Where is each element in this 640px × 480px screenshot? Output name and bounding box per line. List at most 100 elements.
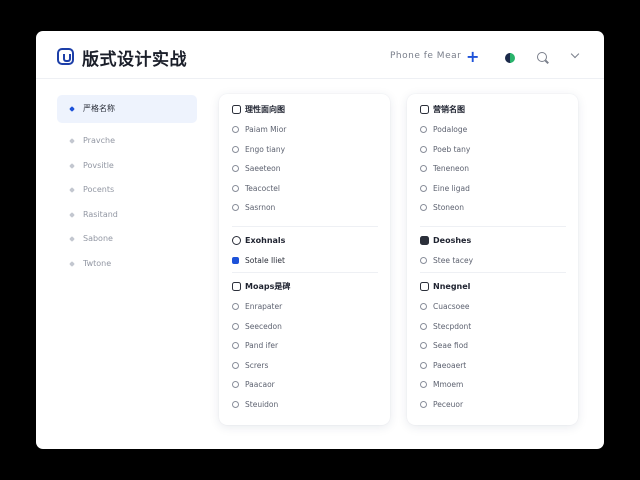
item-icon bbox=[420, 184, 427, 192]
sidebar-item[interactable]: Pocents bbox=[57, 178, 197, 203]
bullet-icon bbox=[69, 138, 75, 144]
section-icon bbox=[420, 236, 429, 245]
menu-item[interactable]: Seae fiod bbox=[420, 336, 566, 356]
section-header: 营销名图 bbox=[420, 100, 566, 120]
divider bbox=[232, 272, 378, 273]
menu-item-label: Stecpdont bbox=[433, 321, 472, 331]
add-button[interactable]: + bbox=[466, 49, 479, 65]
menu-item[interactable]: Paiam Mior bbox=[232, 120, 378, 140]
menu-item-label: Stoneon bbox=[433, 203, 464, 213]
menu-item[interactable]: Teneneon bbox=[420, 159, 566, 179]
menu-item-label: Teacoctel bbox=[245, 183, 280, 193]
header-bar: 版式设计实战 Phone fe Mear + bbox=[36, 31, 604, 79]
menu-item[interactable]: Pand ifer bbox=[232, 336, 378, 356]
sidebar-item-label: Pravche bbox=[83, 136, 115, 145]
menu-section: Deoshes Stee tacey bbox=[420, 231, 566, 271]
item-icon bbox=[420, 361, 427, 369]
header-link[interactable]: Phone fe Mear bbox=[390, 51, 461, 61]
menu-item[interactable]: Mmoem bbox=[420, 375, 566, 395]
menu-item[interactable]: Stee tacey bbox=[420, 251, 566, 271]
item-icon bbox=[232, 381, 239, 389]
item-icon bbox=[232, 145, 239, 153]
sidebar-item[interactable]: Twtone bbox=[57, 252, 197, 277]
section-title: 理性面向图 bbox=[245, 105, 285, 114]
sidebar-item-label: Povsitle bbox=[83, 160, 114, 170]
item-icon bbox=[232, 303, 239, 310]
sidebar-item-label: Pocents bbox=[83, 185, 115, 194]
menu-item-label: Pand ifer bbox=[245, 341, 279, 351]
item-icon bbox=[420, 342, 427, 350]
menu-item[interactable]: Stecpdont bbox=[420, 317, 566, 337]
menu-item-label: Teneneon bbox=[433, 164, 469, 174]
sidebar-item[interactable]: Rasitand bbox=[57, 203, 197, 228]
menu-item[interactable]: Enrapater bbox=[232, 297, 378, 317]
section-header: Deoshes bbox=[420, 231, 566, 251]
item-icon bbox=[232, 165, 239, 173]
menu-item[interactable]: Cuacsoee bbox=[420, 297, 566, 317]
menu-item-label: Enrapater bbox=[245, 302, 283, 311]
item-icon bbox=[420, 303, 427, 310]
menu-item[interactable]: Scrers bbox=[232, 356, 378, 376]
sidebar-item[interactable]: Pravche bbox=[57, 129, 197, 154]
divider bbox=[232, 226, 378, 227]
bullet-icon bbox=[69, 260, 75, 267]
app-window: 版式设计实战 Phone fe Mear + 严格名称 Pravche Povs… bbox=[36, 31, 604, 449]
section-header: 理性面向图 bbox=[232, 100, 378, 120]
bullet-icon bbox=[69, 162, 75, 169]
menu-section: Nnegnel Cuacsoee Stecpdont Seae fiod Pae… bbox=[420, 277, 566, 415]
search-icon[interactable] bbox=[537, 52, 547, 62]
sidebar-item[interactable]: 严格名称 bbox=[57, 95, 197, 123]
menu-item-label: Mmoem bbox=[433, 380, 464, 390]
item-icon bbox=[232, 257, 239, 264]
brand-icon[interactable] bbox=[505, 53, 515, 63]
menu-item[interactable]: Poeb tany bbox=[420, 140, 566, 160]
item-icon bbox=[420, 145, 427, 153]
sidebar-item-label: Rasitand bbox=[83, 209, 118, 219]
section-icon bbox=[232, 282, 241, 291]
menu-item[interactable]: Sasrnon bbox=[232, 198, 378, 218]
menu-item-label: Steuidon bbox=[245, 399, 279, 409]
menu-item-label: Stee tacey bbox=[433, 256, 474, 265]
section-title: Deoshes bbox=[433, 236, 472, 245]
menu-item[interactable]: Sotale Iliet bbox=[232, 251, 378, 271]
menu-card: 理性面向图 Paiam Mior Engo tiany Saeeteon Tea… bbox=[219, 94, 390, 425]
menu-item[interactable]: Peceuor bbox=[420, 395, 566, 415]
menu-item-label: Paeoaert bbox=[433, 360, 467, 370]
menu-section: Moaps是碑 Enrapater Seecedon Pand ifer Scr… bbox=[232, 277, 378, 415]
sidebar-item[interactable]: Sabone bbox=[57, 227, 197, 252]
menu-item-label: Engo tiany bbox=[245, 144, 286, 154]
section-header: Moaps是碑 bbox=[232, 277, 378, 297]
section-title: Exohnals bbox=[245, 236, 286, 245]
app-logo-icon bbox=[57, 48, 74, 65]
menu-item[interactable]: Paeoaert bbox=[420, 356, 566, 376]
menu-item[interactable]: Eine ligad bbox=[420, 179, 566, 199]
divider bbox=[420, 226, 566, 227]
menu-item-label: Paiam Mior bbox=[245, 125, 287, 134]
menu-item[interactable]: Paacaor bbox=[232, 375, 378, 395]
section-icon bbox=[420, 105, 429, 114]
menu-item[interactable]: Steuidon bbox=[232, 395, 378, 415]
menu-card: 营销名图 Podaloge Poeb tany Teneneon Eine li… bbox=[407, 94, 578, 425]
menu-item[interactable]: Saeeteon bbox=[232, 159, 378, 179]
item-icon bbox=[420, 381, 427, 389]
menu-item[interactable]: Podaloge bbox=[420, 120, 566, 140]
item-icon bbox=[232, 342, 239, 350]
menu-item-label: Podaloge bbox=[433, 125, 468, 134]
menu-item[interactable]: Seecedon bbox=[232, 317, 378, 337]
menu-item-label: Cuacsoee bbox=[433, 302, 470, 311]
menu-item-label: Sotale Iliet bbox=[245, 256, 285, 265]
chevron-down-icon[interactable] bbox=[570, 49, 580, 59]
item-icon bbox=[420, 204, 427, 212]
menu-section: 营销名图 Podaloge Poeb tany Teneneon Eine li… bbox=[420, 100, 566, 218]
menu-item[interactable]: Teacoctel bbox=[232, 179, 378, 199]
item-icon bbox=[232, 361, 239, 369]
menu-item-label: Saeeteon bbox=[245, 164, 281, 174]
item-icon bbox=[232, 204, 239, 212]
menu-item[interactable]: Stoneon bbox=[420, 198, 566, 218]
menu-item-label: Scrers bbox=[245, 360, 269, 370]
menu-section: Exohnals Sotale Iliet bbox=[232, 231, 378, 271]
sidebar-item-label: Sabone bbox=[83, 234, 113, 243]
menu-item[interactable]: Engo tiany bbox=[232, 140, 378, 160]
menu-item-label: Seae fiod bbox=[433, 341, 469, 351]
sidebar-item[interactable]: Povsitle bbox=[57, 154, 197, 179]
